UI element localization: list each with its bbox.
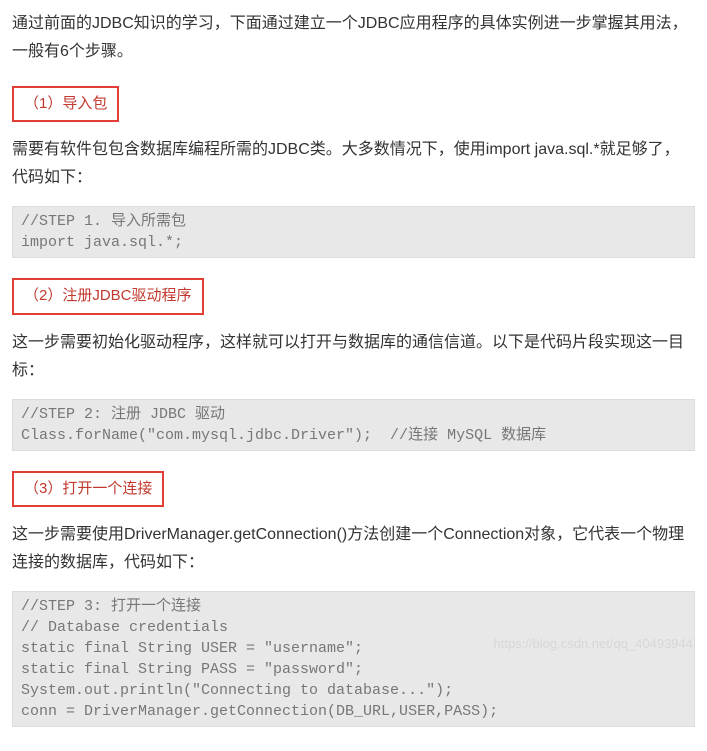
step-2-title: （2）注册JDBC驱动程序 <box>12 278 204 314</box>
step-1-desc: 需要有软件包包含数据库编程所需的JDBC类。大多数情况下，使用import ja… <box>12 136 695 192</box>
step-2-desc: 这一步需要初始化驱动程序，这样就可以打开与数据库的通信信道。以下是代码片段实现这… <box>12 329 695 385</box>
step-3-code: //STEP 3: 打开一个连接 // Database credentials… <box>12 591 695 727</box>
intro-paragraph: 通过前面的JDBC知识的学习，下面通过建立一个JDBC应用程序的具体实例进一步掌… <box>12 10 695 66</box>
step-3-desc: 这一步需要使用DriverManager.getConnection()方法创建… <box>12 521 695 577</box>
step-1-code: //STEP 1. 导入所需包 import java.sql.*; <box>12 206 695 258</box>
step-2-code: //STEP 2: 注册 JDBC 驱动 Class.forName("com.… <box>12 399 695 451</box>
step-1-title: （1）导入包 <box>12 86 119 122</box>
step-3-title: （3）打开一个连接 <box>12 471 164 507</box>
